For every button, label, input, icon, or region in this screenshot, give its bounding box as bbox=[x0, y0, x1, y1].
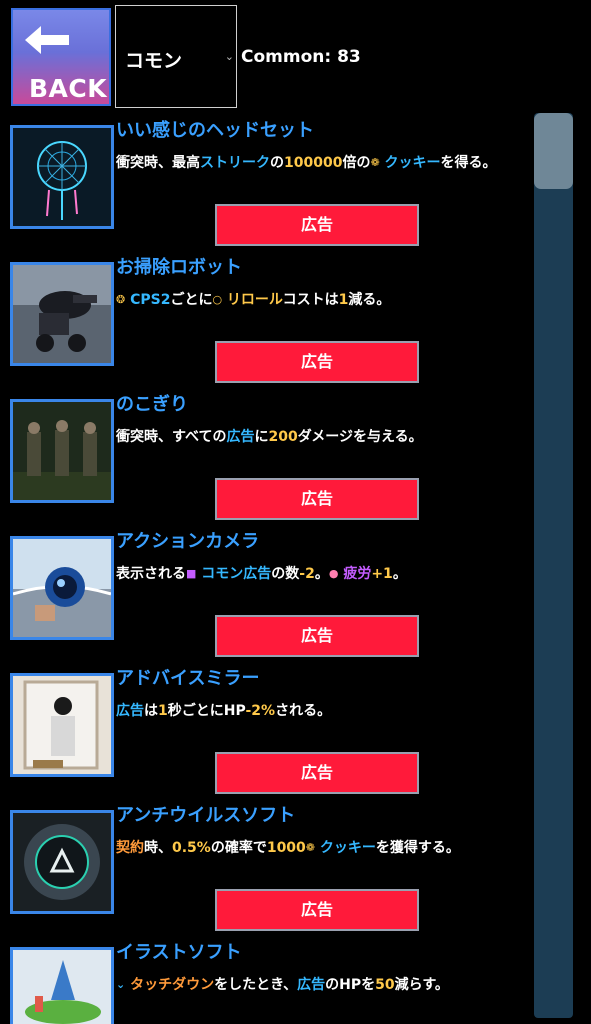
item-description: ⌄ タッチダウンをしたとき、広告のHPを50減らす。 bbox=[116, 973, 526, 997]
description-segment: 衝突時、すべての bbox=[116, 429, 227, 445]
description-segment: ■ bbox=[186, 567, 197, 580]
robot-image bbox=[10, 262, 114, 366]
description-segment: の確率で bbox=[210, 840, 267, 856]
back-label: BACK bbox=[29, 74, 108, 103]
list-item: のこぎり 衝突時、すべての広告に200ダメージを与える。 広告 bbox=[0, 389, 530, 526]
list-item: イラストソフト ⌄ タッチダウンをしたとき、広告のHPを50減らす。 bbox=[0, 937, 530, 1024]
description-segment: 広告 bbox=[297, 977, 326, 993]
description-segment: 。 bbox=[392, 566, 407, 582]
description-segment: コモン広告 bbox=[196, 566, 272, 582]
chevron-down-icon: ⌄ bbox=[224, 50, 234, 63]
description-segment: の数 bbox=[271, 566, 300, 582]
description-segment: を獲得する。 bbox=[375, 840, 460, 856]
ad-button[interactable]: 広告 bbox=[215, 752, 419, 794]
description-segment: リロール bbox=[222, 292, 283, 308]
ad-button[interactable]: 広告 bbox=[215, 204, 419, 246]
rarity-dropdown[interactable]: コモン ⌄ bbox=[115, 5, 237, 108]
description-segment: 減らす。 bbox=[394, 977, 449, 993]
item-description: 契約時、0.5%の確率で1000❁ クッキーを獲得する。 bbox=[116, 836, 526, 860]
list-item: アンチウイルスソフト 契約時、0.5%の確率で1000❁ クッキーを獲得する。 … bbox=[0, 800, 530, 937]
description-segment: ❁ bbox=[370, 156, 380, 169]
item-title: お掃除ロボット bbox=[116, 257, 242, 278]
item-title: のこぎり bbox=[116, 394, 188, 415]
list-item: アドバイスミラー 広告は1秒ごとにHP-2%される。 広告 bbox=[0, 663, 530, 800]
description-segment: タッチダウン bbox=[125, 977, 215, 993]
description-segment: をしたとき、 bbox=[214, 977, 298, 993]
item-description: 広告は1秒ごとにHP-2%される。 bbox=[116, 699, 526, 723]
rarity-value: コモン bbox=[125, 50, 183, 72]
description-segment: の bbox=[270, 155, 284, 171]
arrow-left-icon bbox=[25, 26, 69, 54]
description-segment: ○ bbox=[212, 293, 223, 306]
description-segment: -2 bbox=[299, 566, 315, 582]
dreamcatcher-image bbox=[10, 125, 114, 229]
description-segment: される。 bbox=[275, 703, 332, 719]
item-count: Common: 83 bbox=[241, 47, 361, 67]
description-segment: +1 bbox=[371, 566, 393, 582]
description-segment: 秒ごとにHP bbox=[167, 703, 246, 719]
description-segment: ● bbox=[328, 567, 339, 580]
description-segment: クッキー bbox=[379, 155, 441, 171]
ad-button[interactable]: 広告 bbox=[215, 341, 419, 383]
description-segment: を得る。 bbox=[440, 155, 497, 171]
description-segment: 契約 bbox=[116, 840, 144, 856]
item-list[interactable]: いい感じのヘッドセット 衝突時、最高ストリークの100000倍の❁ クッキーを得… bbox=[0, 115, 530, 1024]
description-segment: ストリーク bbox=[200, 155, 270, 171]
back-button[interactable]: BACK bbox=[11, 8, 111, 106]
description-segment: 広告 bbox=[226, 429, 255, 445]
scrollbar-track[interactable] bbox=[534, 113, 573, 1018]
item-title: アドバイスミラー bbox=[116, 668, 260, 689]
description-segment: は bbox=[144, 703, 158, 719]
description-segment: 1000 bbox=[266, 840, 306, 856]
description-segment: 0.5% bbox=[172, 840, 211, 856]
list-item: アクションカメラ 表示される■ コモン広告の数-2。● 疲労+1。 広告 bbox=[0, 526, 530, 663]
ad-button[interactable]: 広告 bbox=[215, 615, 419, 657]
description-segment: 倍の bbox=[342, 155, 371, 171]
description-segment: CPS2 bbox=[125, 292, 171, 308]
description-segment: 表示される bbox=[116, 566, 186, 582]
ad-button[interactable]: 広告 bbox=[215, 889, 419, 931]
item-description: ❂ CPS2ごとに○ リロールコストは1減る。 bbox=[116, 288, 526, 312]
item-title: アンチウイルスソフト bbox=[116, 805, 296, 826]
soldiers-image bbox=[10, 399, 114, 503]
description-segment: 時、 bbox=[144, 840, 172, 856]
description-segment: 1 bbox=[158, 703, 168, 719]
description-segment: ごとに bbox=[170, 292, 213, 308]
description-segment: 50 bbox=[375, 977, 395, 993]
description-segment: に bbox=[254, 429, 269, 445]
description-segment: ⌄ bbox=[116, 978, 126, 991]
mirror-image bbox=[10, 673, 114, 777]
item-description: 衝突時、すべての広告に200ダメージを与える。 bbox=[116, 425, 526, 449]
description-segment: クッキー bbox=[315, 840, 376, 856]
description-segment: 。 bbox=[314, 566, 329, 582]
description-segment: 200 bbox=[268, 429, 298, 445]
scrollbar-thumb[interactable] bbox=[534, 113, 573, 189]
description-segment: 100000 bbox=[284, 155, 343, 171]
description-segment: のHPを bbox=[325, 977, 376, 993]
list-item: お掃除ロボット ❂ CPS2ごとに○ リロールコストは1減る。 広告 bbox=[0, 252, 530, 389]
item-description: 衝突時、最高ストリークの100000倍の❁ クッキーを得る。 bbox=[116, 151, 526, 175]
item-title: イラストソフト bbox=[116, 942, 242, 963]
description-segment: ダメージを与える。 bbox=[297, 429, 423, 445]
description-segment: ❁ bbox=[305, 841, 316, 854]
description-segment: コストは bbox=[282, 292, 339, 308]
item-title: アクションカメラ bbox=[116, 531, 260, 552]
camera-image bbox=[10, 536, 114, 640]
item-description: 表示される■ コモン広告の数-2。● 疲労+1。 bbox=[116, 562, 526, 586]
description-segment: 広告 bbox=[116, 703, 144, 719]
description-segment: 減る。 bbox=[348, 292, 391, 308]
island-image bbox=[10, 947, 114, 1024]
description-segment: 衝突時、最高 bbox=[116, 155, 200, 171]
ad-button[interactable]: 広告 bbox=[215, 478, 419, 520]
description-segment: ❂ bbox=[116, 293, 126, 306]
antivirus-image bbox=[10, 810, 114, 914]
description-segment: 疲労 bbox=[338, 566, 372, 582]
item-title: いい感じのヘッドセット bbox=[116, 120, 314, 141]
description-segment: 1 bbox=[338, 292, 349, 308]
list-item: いい感じのヘッドセット 衝突時、最高ストリークの100000倍の❁ クッキーを得… bbox=[0, 115, 530, 252]
description-segment: -2% bbox=[245, 703, 276, 719]
